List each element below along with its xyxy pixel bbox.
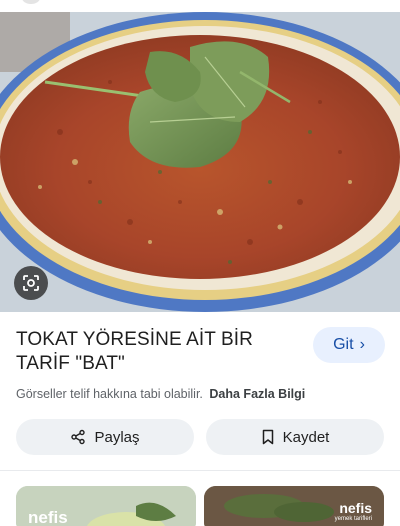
share-icon — [71, 429, 86, 445]
visit-button-label: Git — [333, 336, 354, 353]
save-label: Kaydet — [282, 428, 330, 446]
lens-search-icon — [23, 275, 39, 291]
related-image-2[interactable]: nefis yemek tarifleri — [204, 486, 384, 526]
result-title[interactable]: TOKAT YÖRESİNE AİT BİR TARİF "BAT" — [16, 328, 306, 376]
previous-item-edge — [22, 0, 40, 4]
share-label: Paylaş — [94, 428, 140, 446]
main-image[interactable] — [0, 12, 400, 312]
section-divider — [0, 470, 400, 471]
nefis-logo: nefis — [28, 508, 68, 526]
copyright-notice: Görseller telif hakkına tabi olabilir. D… — [16, 387, 305, 401]
nefis-logo: nefis — [339, 500, 372, 516]
chevron-right-icon: › — [359, 336, 365, 353]
bookmark-icon — [262, 429, 273, 445]
nefis-logo-subtitle: yemek tarifleri — [334, 516, 372, 522]
more-info-link[interactable]: Daha Fazla Bilgi — [209, 387, 305, 401]
top-strip — [0, 0, 400, 12]
share-button[interactable]: Paylaş — [16, 419, 194, 455]
visit-button[interactable]: Git › — [313, 327, 385, 363]
lens-search-button[interactable] — [14, 266, 48, 300]
soup-photo — [0, 12, 400, 312]
save-button[interactable]: Kaydet — [206, 419, 384, 455]
related-image-1[interactable]: nefis — [16, 486, 196, 526]
copyright-text: Görseller telif hakkına tabi olabilir. — [16, 387, 203, 401]
